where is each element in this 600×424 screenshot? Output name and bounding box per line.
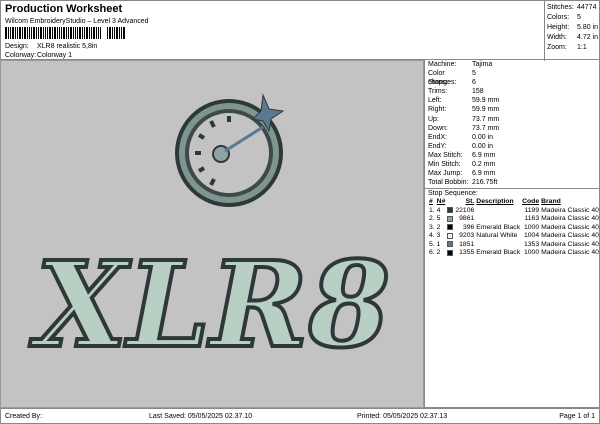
embroidery-design: XLR8 [27,93,392,376]
stat-stitches: Stitches: 44774 [547,4,597,11]
col-header: Brand [541,198,561,206]
info-list: Machine: Tajima Color changes: 5 Stops: 6 Trim… [425,60,599,187]
col-header: Code [522,198,540,206]
col-header: # [429,198,433,206]
table-row: 1. 4 22106 1199 Madeira Classic 40 [429,206,599,214]
speedometer-icon [175,93,285,207]
info-row: Machine: Tajima [428,61,493,68]
stat-zoom: Zoom: 1:1 [547,44,587,51]
col-header: St. [465,198,475,206]
barcode [5,27,139,39]
page-number: Page 1 of 1 [559,413,595,420]
table-row: 4. 3 9203 Natural White 1004 Madeira Classic … [429,232,599,240]
color-swatch [447,224,454,231]
worksheet-footer: Created By: Last Saved: 05/05/2025 02.37… [0,408,600,424]
info-row: Up: 73.7 mm [428,115,500,123]
design-label: Design: [5,43,29,50]
software-name: Wilcom EmbroideryStudio – Level 3 Advanc… [5,18,149,25]
col-header: Description [476,198,514,206]
info-row: Min Stitch: 0.2 mm [428,161,496,169]
info-row: Total Bobbin: 216.75ft [428,179,498,187]
last-saved: Last Saved: 05/05/2025 02.37.10 [149,413,253,420]
page-title: Production Worksheet [5,3,123,15]
stats-panel: Stitches: 44774 Colors: 5 Height: 5.80 in W… [544,1,600,61]
color-swatch [447,215,454,222]
stop-sequence-table: # N# St. Description Code Brand 1. 4 22106… [428,198,600,258]
info-row: Color changes: 5 [428,70,476,87]
design-text: XLR8 [29,235,391,374]
color-swatch [447,249,454,256]
design-name: XLR8 realistic 5,8in [37,43,98,50]
color-swatch [447,232,454,239]
info-row: Trims: 158 [428,88,484,96]
design-preview: XLR8 [0,60,424,408]
color-swatch [447,207,454,214]
table-row: 5. 1 1851 1353 Madeira Classic 40 [429,240,599,248]
info-row: EndY: 0.00 in [428,142,494,150]
table-row: 6. 2 1355 Emerald Black 1000 Madeira Classic … [429,249,599,257]
info-row: Right: 59.9 mm [428,106,500,114]
info-row: Stops: 6 [428,79,476,87]
info-row: Down: 73.7 mm [428,124,500,132]
table-row: 2. 5 9861 1163 Madeira Classic 40 [429,215,599,223]
printed-date: Printed: 05/05/2025 02.37.13 [357,413,448,420]
info-row: EndX: 0.00 in [428,133,494,141]
stop-sequence-title: Stop Sequence: [425,188,599,198]
stat-colors: Colors: 5 [547,14,581,21]
colorway-label: Colorway: [5,52,37,59]
table-row: 3. 2 396 Emerald Black 1000 Madeira Classic 4… [429,223,599,231]
col-header: N# [436,198,446,206]
info-row: Max Stitch: 6.9 mm [428,151,496,159]
machine-info-panel: Machine: Tajima Color changes: 5 Stops: 6 Trim… [424,60,600,408]
stat-width: Width: 4.72 in [547,34,599,41]
color-swatch [447,241,454,248]
created-by: Created By: [5,413,42,420]
info-row: Max Jump: 6.9 mm [428,170,496,178]
worksheet-header: Production Worksheet Wilcom EmbroiderySt… [0,0,600,61]
col-header-swatch [446,198,454,207]
colorway-name: Colorway 1 [37,52,73,59]
info-row: Left: 59.9 mm [428,97,500,105]
stat-height: Height: 5.80 in [547,24,599,31]
